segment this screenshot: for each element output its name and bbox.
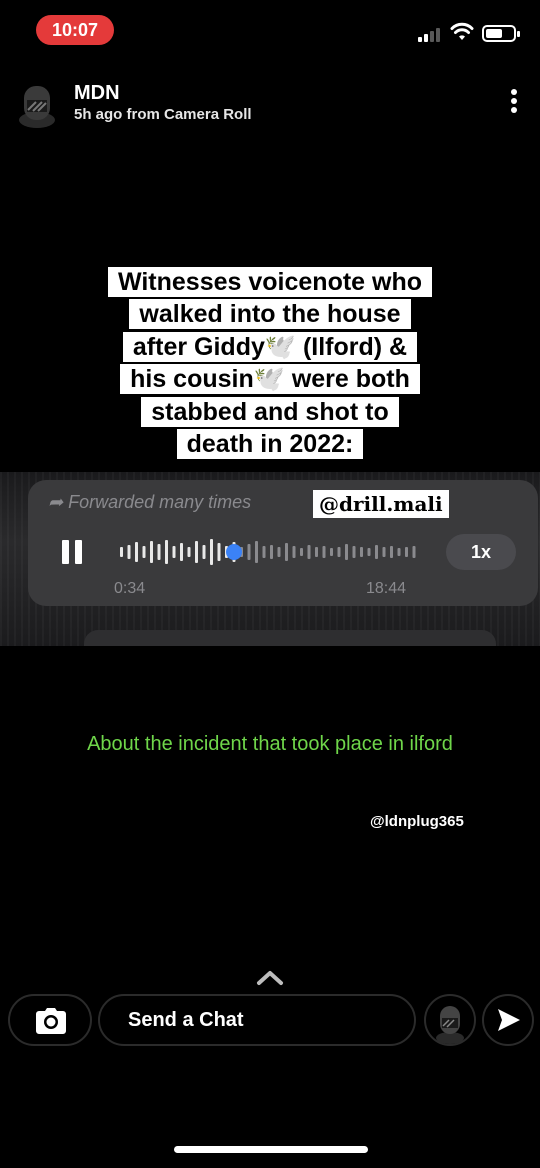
total-duration: 18:44 bbox=[366, 580, 407, 597]
camera-button[interactable] bbox=[8, 994, 92, 1046]
waveform-bar bbox=[142, 546, 146, 558]
waveform-bar bbox=[285, 543, 288, 561]
waveform-bar bbox=[337, 547, 341, 557]
waveform-bar bbox=[352, 546, 356, 558]
waveform-bar bbox=[180, 543, 183, 561]
waveform-bar bbox=[195, 541, 198, 563]
waveform-bar bbox=[375, 545, 378, 559]
waveform-bar bbox=[330, 548, 333, 556]
send-arrow-icon bbox=[498, 1009, 520, 1031]
waveform-bar bbox=[322, 546, 326, 558]
send-chat-input[interactable]: Send a Chat bbox=[98, 994, 416, 1046]
waveform-bar bbox=[397, 548, 401, 556]
bitmoji-button[interactable] bbox=[424, 994, 476, 1046]
waveform-bar bbox=[202, 545, 206, 559]
input-bar-preview bbox=[84, 630, 496, 646]
wifi-icon bbox=[450, 22, 474, 40]
caption-line: walked into the house bbox=[129, 299, 411, 330]
caption-line: his cousin🕊️ were both bbox=[120, 364, 420, 395]
waveform-bar bbox=[135, 542, 138, 562]
status-time: 10:07 bbox=[36, 15, 114, 45]
waveform-bar bbox=[315, 547, 318, 557]
waveform-bar bbox=[210, 539, 213, 565]
waveform-bar bbox=[255, 541, 258, 563]
story-video-frame: ➦ Forwarded many times @drill.mali 1x 0:… bbox=[0, 472, 540, 646]
camera-icon bbox=[36, 1008, 66, 1034]
waveform-bar bbox=[247, 544, 251, 560]
forward-icon: ➦ bbox=[48, 492, 69, 512]
waveform-bar bbox=[390, 546, 393, 558]
waveform-bar bbox=[120, 547, 123, 557]
forwarded-label: ➦ Forwarded many times bbox=[48, 492, 252, 512]
waveform-bar bbox=[157, 544, 161, 560]
waveform-bar bbox=[300, 548, 303, 556]
waveform-bar bbox=[127, 545, 131, 559]
waveform-bar bbox=[307, 545, 311, 559]
watermark-ldnplug: @ldnplug365 bbox=[370, 813, 464, 830]
waveform-bar bbox=[412, 546, 416, 558]
watermark-drill-mali: @drill.mali bbox=[313, 490, 449, 518]
waveform-bar bbox=[382, 547, 386, 557]
waveform-bar bbox=[292, 546, 296, 558]
caption-line: Witnesses voicenote who bbox=[107, 267, 433, 297]
status-bar: 10:07 bbox=[0, 0, 540, 64]
more-options-button[interactable] bbox=[500, 86, 528, 120]
waveform-bar bbox=[262, 546, 266, 558]
home-indicator[interactable] bbox=[174, 1146, 368, 1153]
send-button[interactable] bbox=[482, 994, 534, 1046]
waveform-bar bbox=[360, 547, 363, 557]
story-caption: Witnesses voicenote who walked into the … bbox=[70, 266, 470, 460]
waveform-bar bbox=[217, 543, 221, 561]
story-header: MDN 5h ago from Camera Roll bbox=[0, 74, 540, 134]
waveform-bar bbox=[345, 544, 348, 560]
waveform-bar bbox=[405, 547, 408, 557]
waveform-bar bbox=[172, 546, 176, 558]
waveform-bar bbox=[367, 548, 371, 556]
caption-line: stabbed and shot to bbox=[141, 396, 399, 427]
waveform-bar bbox=[187, 547, 191, 557]
playback-speed-button[interactable]: 1x bbox=[446, 534, 516, 570]
voice-waveform[interactable] bbox=[120, 536, 420, 568]
waveform-bar bbox=[277, 547, 281, 557]
waveform-bar bbox=[150, 541, 153, 563]
caption-line: after Giddy🕊️ (Ilford) & bbox=[122, 331, 418, 362]
playback-position-dot bbox=[226, 544, 242, 560]
story-timestamp: 5h ago from Camera Roll bbox=[74, 106, 252, 123]
pause-button[interactable] bbox=[62, 540, 86, 564]
waveform-bar bbox=[165, 540, 168, 564]
battery-icon bbox=[482, 25, 520, 42]
avatar[interactable] bbox=[18, 80, 56, 128]
chevron-up-icon[interactable] bbox=[256, 968, 284, 986]
caption-line: death in 2022: bbox=[176, 429, 364, 460]
elapsed-time: 0:34 bbox=[114, 580, 146, 597]
video-subtitle: About the incident that took place in il… bbox=[87, 733, 453, 755]
story-username[interactable]: MDN bbox=[74, 82, 120, 105]
bitmoji-avatar-icon bbox=[436, 1006, 464, 1044]
waveform-bar bbox=[270, 545, 273, 559]
cellular-signal-icon bbox=[418, 26, 444, 42]
